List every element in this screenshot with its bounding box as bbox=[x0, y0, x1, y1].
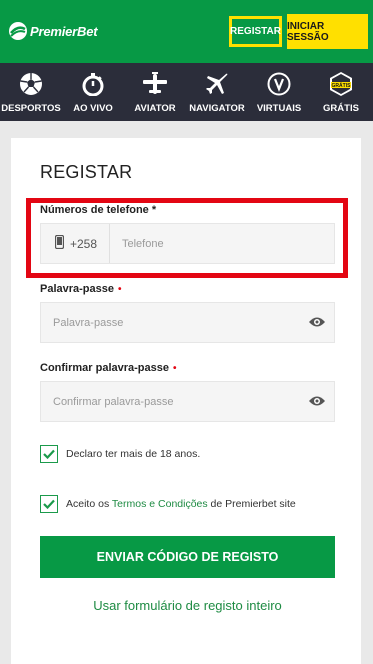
eye-icon[interactable] bbox=[308, 394, 326, 408]
nav-label-ao-vivo: AO VIVO bbox=[73, 103, 113, 114]
brand-name: PremierBet bbox=[30, 23, 98, 39]
brand-logo[interactable]: PremierBet bbox=[8, 20, 98, 42]
nav-label-gratis: GRÁTIS bbox=[323, 103, 359, 114]
age-checkbox[interactable] bbox=[40, 445, 58, 463]
stopwatch-icon bbox=[80, 71, 106, 97]
terms-prefix: Aceito os bbox=[66, 498, 112, 510]
nav-item-desportos[interactable]: DESPORTOS bbox=[0, 63, 62, 121]
terms-link[interactable]: Termos e Condições bbox=[112, 498, 208, 510]
main-nav: DESPORTOS AO VIVO AVIATOR NAVIGATOR VIRT… bbox=[0, 63, 373, 121]
password-input[interactable]: Palavra-passe bbox=[40, 302, 335, 343]
terms-checkbox[interactable] bbox=[40, 495, 58, 513]
terms-row: Aceito os Termos e Condições de Premierb… bbox=[40, 495, 296, 513]
confirm-password-label-text: Confirmar palavra-passe bbox=[40, 362, 169, 374]
confirm-password-input[interactable]: Confirmar palavra-passe bbox=[40, 381, 335, 422]
full-registration-form-link[interactable]: Usar formulário de registo inteiro bbox=[40, 596, 335, 616]
nav-label-aviator: AVIATOR bbox=[134, 103, 176, 114]
soccer-ball-icon bbox=[18, 71, 44, 97]
nav-label-navigator: NAVIGATOR bbox=[189, 103, 245, 114]
plane-icon bbox=[204, 71, 230, 97]
confirm-password-placeholder: Confirmar palavra-passe bbox=[53, 395, 174, 408]
password-placeholder: Palavra-passe bbox=[53, 316, 124, 329]
confirm-password-label: Confirmar palavra-passe • bbox=[40, 362, 177, 374]
required-indicator: • bbox=[173, 363, 177, 374]
register-button-label: REGISTAR bbox=[230, 19, 281, 44]
age-confirmation-row: Declaro ter mais de 18 anos. bbox=[40, 445, 200, 463]
nav-item-navigator[interactable]: NAVIGATOR bbox=[186, 63, 248, 121]
nav-item-virtuais[interactable]: VIRTUAIS bbox=[248, 63, 310, 121]
logo-mark-icon bbox=[8, 21, 28, 41]
page-title: REGISTAR bbox=[40, 162, 133, 182]
nav-label-desportos: DESPORTOS bbox=[1, 103, 61, 114]
password-label-text: Palavra-passe bbox=[40, 283, 114, 295]
nav-label-virtuais: VIRTUAIS bbox=[256, 103, 302, 114]
eye-icon[interactable] bbox=[308, 315, 326, 329]
login-button[interactable]: INICIAR SESSÃO bbox=[287, 14, 368, 49]
send-registration-code-button[interactable]: ENVIAR CÓDIGO DE REGISTO bbox=[40, 536, 335, 578]
age-checkbox-label: Declaro ter mais de 18 anos. bbox=[66, 448, 201, 460]
checkmark-icon bbox=[43, 449, 55, 459]
gratis-badge-text: GRÁTIS bbox=[332, 82, 352, 89]
phone-field-highlight bbox=[26, 198, 348, 278]
gratis-badge-icon: GRÁTIS bbox=[328, 71, 354, 97]
required-indicator: • bbox=[118, 284, 122, 295]
nav-item-gratis[interactable]: GRÁTIS GRÁTIS bbox=[310, 63, 372, 121]
airplane-icon bbox=[142, 71, 168, 97]
terms-text: Aceito os Termos e Condições de Premierb… bbox=[66, 498, 296, 510]
checkmark-icon bbox=[43, 499, 55, 509]
register-button[interactable]: REGISTAR bbox=[227, 14, 284, 49]
top-header: PremierBet REGISTAR INICIAR SESSÃO bbox=[0, 0, 373, 63]
v-circle-icon bbox=[266, 71, 292, 97]
nav-item-aviator[interactable]: AVIATOR bbox=[124, 63, 186, 121]
password-label: Palavra-passe • bbox=[40, 283, 122, 295]
nav-item-ao-vivo[interactable]: AO VIVO bbox=[62, 63, 124, 121]
terms-suffix: de Premierbet site bbox=[207, 498, 296, 510]
